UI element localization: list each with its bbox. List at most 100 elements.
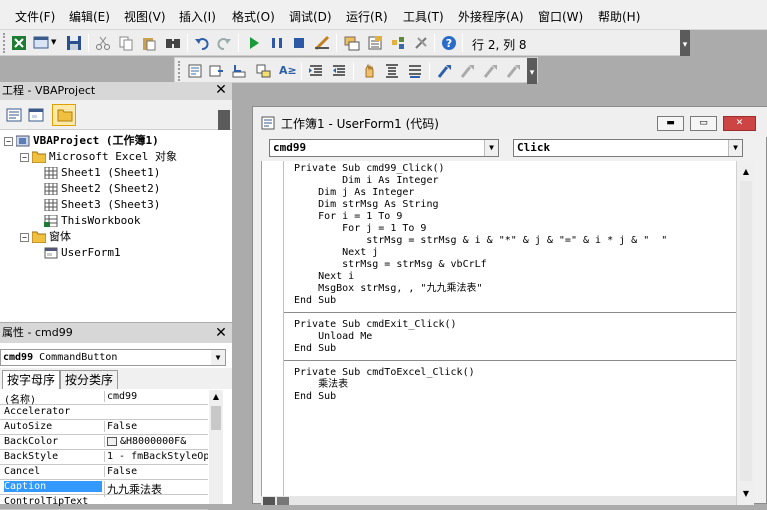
property-row[interactable]: Accelerator (0, 405, 208, 420)
cut-icon[interactable] (95, 35, 111, 51)
view-code-icon[interactable] (6, 107, 22, 123)
scroll-down-icon[interactable]: ▼ (739, 487, 753, 501)
code-line[interactable]: strMsg = strMsg & i & "*" & j & "=" & i … (294, 235, 667, 247)
close-button[interactable]: ✕ (723, 116, 756, 131)
project-scroll-button[interactable] (218, 110, 230, 130)
prev-bookmark-icon[interactable] (483, 63, 499, 79)
code-line[interactable]: strMsg = strMsg & vbCrLf (294, 259, 487, 271)
undo-icon[interactable] (194, 35, 210, 51)
object-selector[interactable]: cmd99 CommandButton ▼ (0, 349, 226, 366)
maximize-button[interactable]: ▭ (690, 116, 717, 131)
code-line[interactable]: End Sub (294, 391, 336, 403)
menu-run[interactable]: 运行(R) (346, 8, 388, 25)
menu-addins[interactable]: 外接程序(A) (458, 8, 524, 25)
menu-help[interactable]: 帮助(H) (598, 8, 640, 25)
code-editor[interactable]: Private Sub cmd99_Click() Dim i As Integ… (261, 161, 737, 505)
menu-view[interactable]: 视图(V) (124, 8, 166, 25)
property-row[interactable]: ControlTipText (0, 495, 208, 510)
collapse-icon[interactable]: − (20, 152, 29, 162)
quick-info-icon[interactable] (231, 63, 247, 79)
code-line[interactable]: Next j (294, 247, 378, 259)
collapse-icon[interactable]: − (20, 232, 29, 242)
toggle-bookmark-icon[interactable] (437, 63, 453, 79)
tree-node-userform1[interactable]: UserForm1 (44, 245, 121, 261)
run-icon[interactable] (246, 35, 262, 51)
code-line[interactable]: Private Sub cmd99_Click() (294, 163, 445, 175)
tab-categorized[interactable]: 按分类序 (60, 370, 119, 389)
property-row[interactable]: Cancel False (0, 465, 208, 480)
property-row[interactable]: BackColor &H8000000F& (0, 435, 208, 450)
indent-icon[interactable] (308, 63, 324, 79)
code-line[interactable]: MsgBox strMsg, , "九九乘法表" (294, 283, 482, 295)
menu-window[interactable]: 窗口(W) (538, 8, 583, 25)
tree-node-vbaproject[interactable]: − VBAProject (工作簿1) (4, 133, 159, 149)
property-row-selected[interactable]: Caption 九九乘法表 (0, 480, 208, 497)
close-icon[interactable]: ✕ (213, 326, 229, 341)
uncomment-block-icon[interactable] (407, 63, 423, 79)
tree-node-sheet1[interactable]: Sheet1 (Sheet1) (44, 165, 160, 181)
code-line[interactable]: End Sub (294, 295, 336, 307)
scroll-up-icon[interactable]: ▲ (739, 165, 753, 179)
break-icon[interactable] (269, 35, 285, 51)
code-line[interactable]: Next i (294, 271, 354, 283)
property-value[interactable]: &H8000000F& (104, 436, 208, 447)
chevron-down-icon[interactable]: ▼ (484, 140, 498, 156)
redo-icon[interactable] (216, 35, 232, 51)
procedure-combo[interactable]: Click ▼ (513, 139, 743, 157)
menu-format[interactable]: 格式(O) (232, 8, 275, 25)
toolbar-options-button[interactable]: ▾ (680, 30, 690, 56)
code-line[interactable]: For j = 1 To 9 (294, 223, 426, 235)
list-constants-icon[interactable] (208, 63, 224, 79)
tree-node-sheet2[interactable]: Sheet2 (Sheet2) (44, 181, 160, 197)
property-value[interactable]: cmd99 (104, 391, 208, 402)
property-value[interactable]: False (104, 466, 208, 477)
tree-node-excel-objects[interactable]: − Microsoft Excel 对象 (20, 149, 177, 165)
menu-edit[interactable]: 编辑(E) (69, 8, 110, 25)
toolbar-options-button[interactable]: ▾ (527, 58, 537, 84)
object-browser-icon[interactable] (390, 35, 406, 51)
chevron-down-icon[interactable]: ▼ (51, 38, 56, 46)
scroll-thumb[interactable] (211, 406, 221, 430)
clear-bookmarks-icon[interactable] (506, 63, 522, 79)
paste-icon[interactable] (141, 35, 157, 51)
property-row[interactable]: AutoSize False (0, 420, 208, 435)
toolbar-grip[interactable] (3, 33, 7, 53)
scroll-track[interactable] (740, 181, 752, 481)
help-icon[interactable]: ? (441, 35, 457, 51)
properties-icon[interactable] (367, 35, 383, 51)
tree-node-forms[interactable]: − 窗体 (20, 229, 71, 245)
code-line[interactable]: For i = 1 To 9 (294, 211, 402, 223)
code-line[interactable]: Unload Me (294, 331, 372, 343)
parameter-info-icon[interactable] (255, 63, 271, 79)
outdent-icon[interactable] (331, 63, 347, 79)
menu-insert[interactable]: 插入(I) (179, 8, 216, 25)
property-value[interactable]: False (104, 421, 208, 432)
menu-file[interactable]: 文件(F) (15, 8, 55, 25)
code-line[interactable]: Dim j As Integer (294, 187, 414, 199)
object-combo[interactable]: cmd99 ▼ (269, 139, 499, 157)
toolbar-grip[interactable] (178, 61, 182, 81)
chevron-down-icon[interactable]: ▼ (728, 140, 742, 156)
copy-icon[interactable] (118, 35, 134, 51)
menu-tools[interactable]: 工具(T) (403, 8, 444, 25)
view-object-icon[interactable] (28, 107, 44, 123)
chevron-down-icon[interactable]: ▼ (211, 350, 225, 365)
save-icon[interactable] (66, 35, 82, 51)
property-row[interactable]: BackStyle 1 - fmBackStyleOp (0, 450, 208, 465)
code-line[interactable]: Dim i As Integer (294, 175, 438, 187)
reset-icon[interactable] (291, 35, 307, 51)
property-row[interactable]: (名称) cmd99 (0, 390, 208, 406)
code-margin[interactable] (262, 161, 284, 505)
find-icon[interactable] (165, 35, 181, 51)
code-vertical-scrollbar[interactable]: ▲ ▼ (736, 161, 754, 505)
excel-icon[interactable] (11, 35, 27, 51)
code-line[interactable]: Private Sub cmdExit_Click() (294, 319, 457, 331)
code-line[interactable]: End Sub (294, 343, 336, 355)
close-icon[interactable]: ✕ (213, 83, 229, 98)
tree-node-thisworkbook[interactable]: ThisWorkbook (44, 213, 140, 229)
toggle-folders-button[interactable] (52, 104, 76, 126)
design-mode-icon[interactable] (314, 35, 330, 51)
scroll-up-icon[interactable]: ▲ (209, 390, 223, 404)
comment-block-icon[interactable] (384, 63, 400, 79)
list-properties-icon[interactable] (187, 63, 203, 79)
